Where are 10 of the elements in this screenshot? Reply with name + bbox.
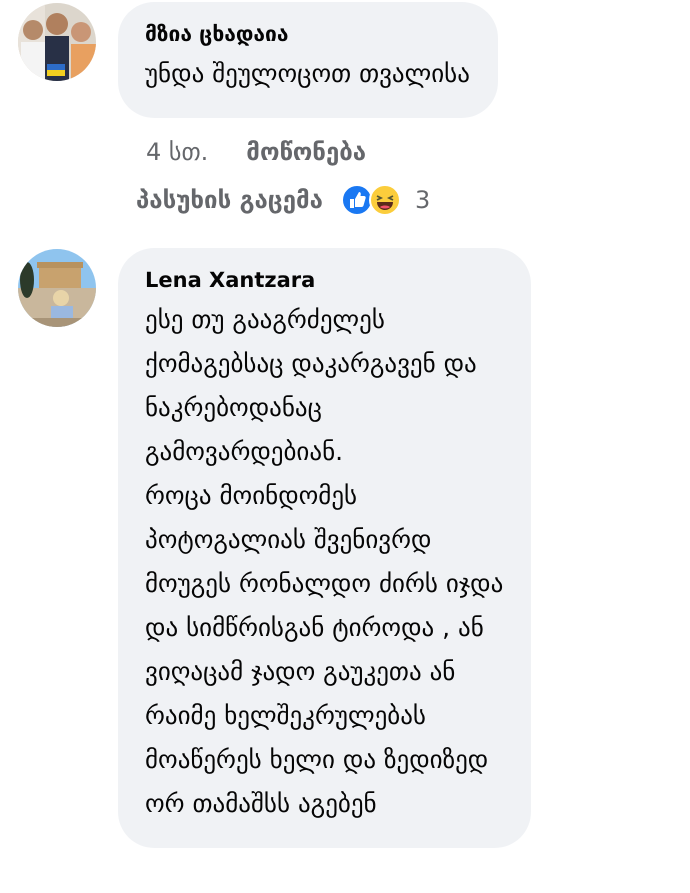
comment-time: 4 სთ. xyxy=(146,138,208,166)
comment-text: უნდა შეულოცოთ თვალისა xyxy=(145,58,470,90)
reply-link[interactable]: პასუხის გაცემა xyxy=(136,186,323,214)
author-name: მზია ცხადაია xyxy=(145,22,290,46)
laughing-face-icon xyxy=(368,184,401,216)
author-name: Lena Xantzara xyxy=(145,268,316,292)
reaction-count: 3 xyxy=(414,186,430,214)
comment-text: ესე თუ გააგრძელეს ქომაგებსაც დაკარგავენ და ნაკრებოდანაც გამოვარდებიან. როცა მოინდომეს პოტოგალიას შვენივრდ მოუგეს რონალდო ძირს იჯდა და სიმწრისგან ტიროდა , ან ვიღაცამ ჯადო გაუკეთა ან რაიმე ხელშეკრულებას მოაწერეს ხელი და ზედიზედ ორ თამაშსს აგებენ xyxy=(145,304,504,820)
like-icon xyxy=(340,184,373,216)
like-link[interactable]: მოწონება xyxy=(246,138,366,166)
